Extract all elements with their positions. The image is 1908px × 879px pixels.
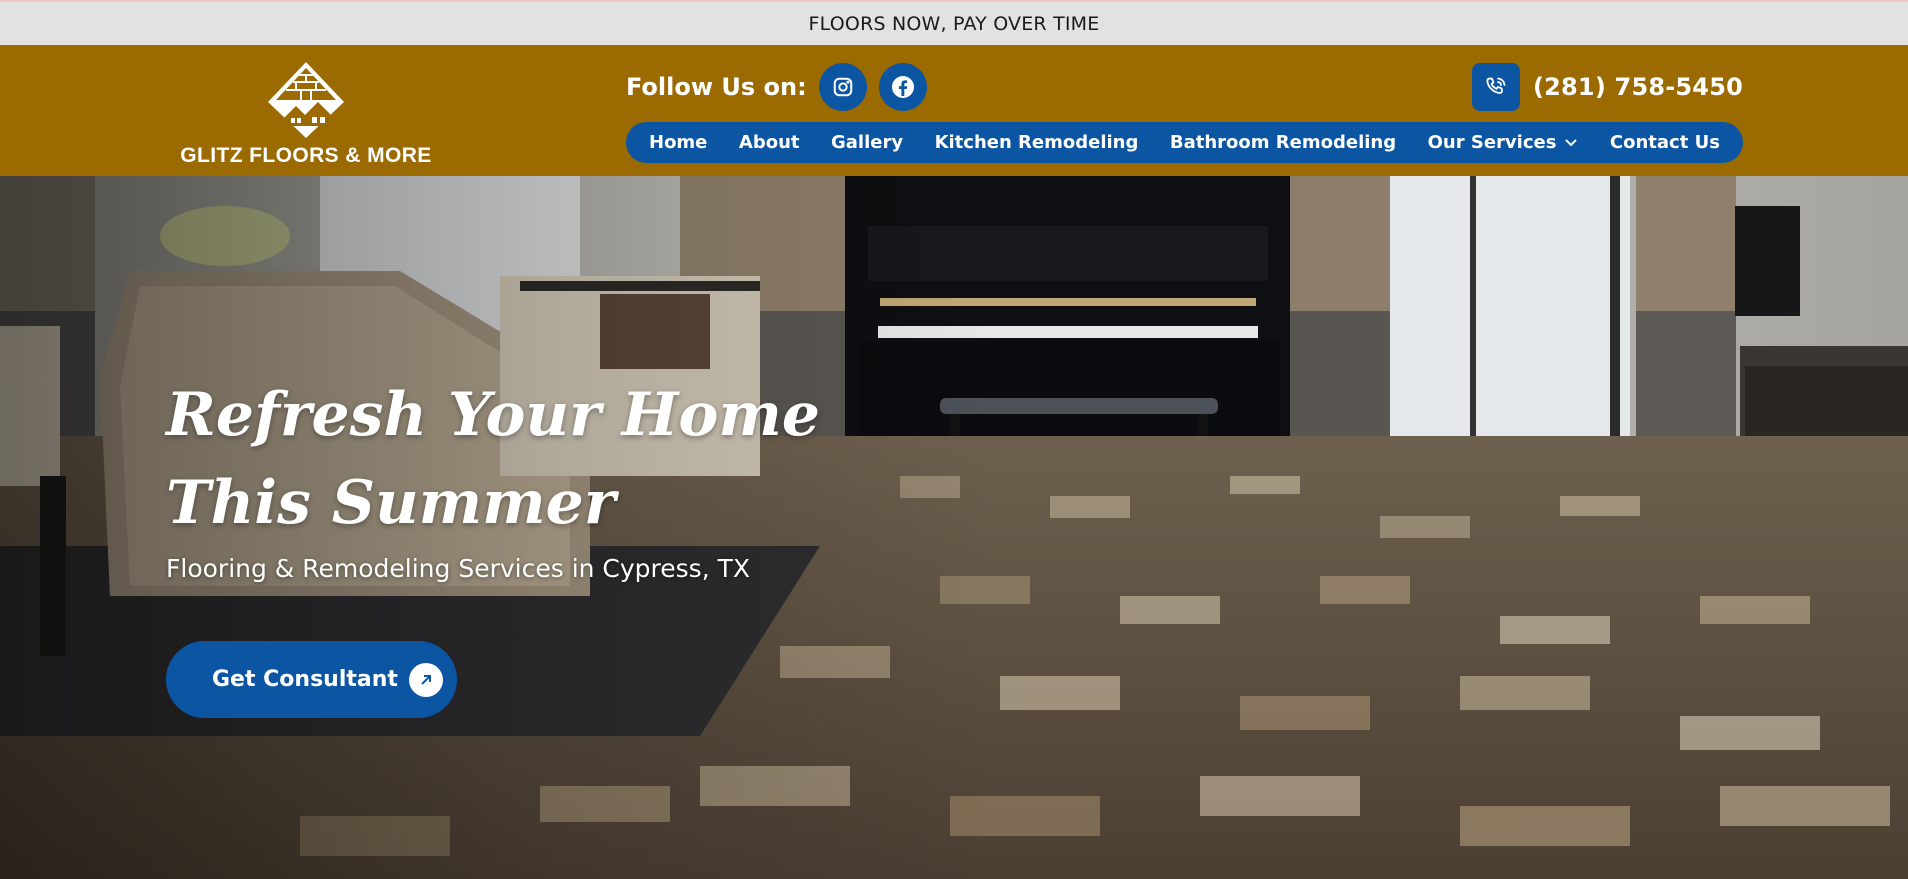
hero-subtitle: Flooring & Remodeling Services in Cypres… (166, 554, 750, 583)
nav-contact-us[interactable]: Contact Us (1610, 132, 1720, 153)
facebook-link[interactable] (878, 63, 927, 111)
get-consultant-label: Get Consultant (212, 667, 398, 692)
follow-label: Follow Us on: (626, 73, 807, 101)
get-consultant-button[interactable]: Get Consultant (166, 641, 457, 718)
social-follow: Follow Us on: (626, 63, 939, 111)
hero-title-line1: Refresh Your Home (166, 380, 821, 450)
hero-title-line2: This Summer (166, 468, 616, 538)
nav-our-services[interactable]: Our Services (1428, 132, 1579, 153)
nav-our-services-label: Our Services (1427, 132, 1557, 153)
announcement-text: FLOORS NOW, PAY OVER TIME (808, 12, 1100, 35)
phone-contact[interactable]: (281) 758-5450 (1471, 63, 1743, 111)
brand-name: GLITZ FLOORS & MORE (180, 144, 432, 167)
phone-number: (281) 758-5450 (1532, 73, 1743, 101)
nav-bathroom-remodeling[interactable]: Bathroom Remodeling (1170, 132, 1396, 153)
nav-kitchen-remodeling[interactable]: Kitchen Remodeling (935, 132, 1139, 153)
nav-gallery[interactable]: Gallery (831, 132, 903, 153)
site-header: GLITZ FLOORS & MORE Follow Us on: (281) … (0, 45, 1908, 176)
house-roof-logo-icon (268, 62, 344, 138)
nav-about[interactable]: About (739, 132, 800, 153)
arrow-up-right-icon (409, 663, 443, 697)
phone-icon (1486, 77, 1506, 94)
nav-home[interactable]: Home (649, 132, 707, 153)
phone-icon-box (1471, 63, 1520, 111)
instagram-link[interactable] (818, 63, 867, 111)
brand-logo[interactable]: GLITZ FLOORS & MORE (165, 60, 447, 168)
hero-title: Refresh Your Home This Summer (166, 371, 906, 547)
announcement-bar: FLOORS NOW, PAY OVER TIME (0, 0, 1908, 45)
hero-section: Refresh Your Home This Summer Flooring &… (0, 176, 1908, 879)
chevron-down-icon (1565, 138, 1578, 146)
facebook-icon (891, 76, 914, 98)
main-nav: Home About Gallery Kitchen Remodeling Ba… (626, 122, 1743, 163)
instagram-icon (833, 77, 852, 97)
